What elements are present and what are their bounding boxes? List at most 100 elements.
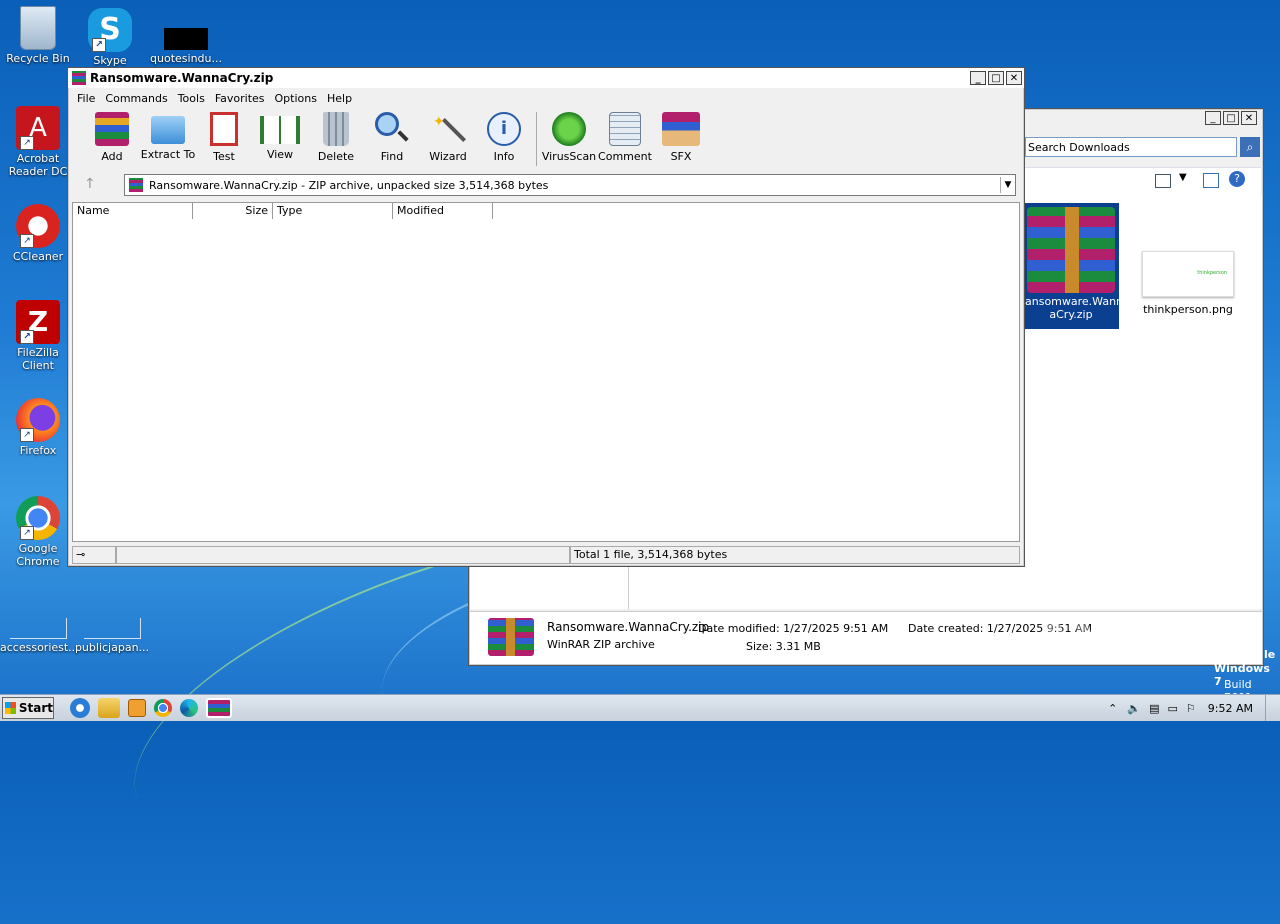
desktop-icon-quotesindu[interactable]: quotesindu... — [148, 28, 224, 65]
menu-options[interactable]: Options — [270, 92, 322, 105]
find-magnifier-icon — [375, 112, 409, 146]
comment-button[interactable]: Comment — [597, 112, 653, 163]
black-file-icon — [164, 28, 208, 50]
add-button[interactable]: Add — [84, 112, 140, 163]
flag-icon[interactable]: ⚐ — [1186, 702, 1196, 715]
up-arrow-icon[interactable]: ↑ — [84, 176, 96, 192]
network-icon[interactable]: ▤ — [1149, 702, 1159, 715]
desktop-icon-recycle-bin[interactable]: Recycle Bin — [0, 6, 76, 65]
delete-button[interactable]: Delete — [308, 112, 364, 163]
column-size[interactable]: Size — [193, 203, 273, 219]
chevron-down-icon[interactable]: ▼ — [1000, 177, 1015, 193]
desktop-icon-label: Firefox — [19, 444, 57, 457]
recycle-bin-icon — [20, 6, 56, 50]
file-list-header: Name Size Type Modified — [72, 202, 1020, 220]
desktop-icon-firefox[interactable]: ↗ Firefox — [0, 398, 76, 457]
edge-icon[interactable] — [180, 699, 198, 717]
help-icon[interactable]: ? — [1229, 171, 1245, 187]
menu-help[interactable]: Help — [322, 92, 357, 105]
explorer-icon[interactable] — [98, 698, 120, 718]
menu-tools[interactable]: Tools — [173, 92, 210, 105]
toolbar-separator — [536, 112, 537, 166]
path-text: Ransomware.WannaCry.zip - ZIP archive, u… — [149, 178, 549, 192]
taskbar: Start ⌃ 🔈 ▤ ▭ ⚐ 9:52 AM — [0, 694, 1280, 721]
window-title: Ransomware.WannaCry.zip — [90, 71, 274, 85]
file-list[interactable] — [72, 219, 1020, 542]
desktop-icon-label: accessoriest... — [0, 641, 79, 654]
file-item-thinkperson[interactable]: thinkperson thinkperson.png — [1142, 251, 1234, 331]
desktop-icon-label: Recycle Bin — [6, 52, 70, 65]
desktop-icon-label: CCleaner — [12, 250, 64, 263]
firefox-icon: ↗ — [16, 398, 60, 442]
wizard-wand-icon: ✦ — [431, 112, 467, 146]
desktop-icon-publicjapan[interactable]: publicjapan... — [74, 618, 150, 654]
tool-label: Delete — [317, 150, 355, 163]
address-bar: ↑ Ransomware.WannaCry.zip - ZIP archive,… — [72, 174, 1020, 196]
battery-icon[interactable]: ▭ — [1168, 702, 1178, 715]
desktop-icon-label: Skype — [93, 54, 127, 67]
column-type[interactable]: Type — [273, 203, 393, 219]
comment-icon — [609, 112, 641, 146]
column-modified[interactable]: Modified — [393, 203, 493, 219]
maximize-button[interactable]: □ — [1223, 111, 1239, 125]
path-combobox[interactable]: Ransomware.WannaCry.zip - ZIP archive, u… — [124, 174, 1016, 196]
minimize-button[interactable]: _ — [970, 71, 986, 85]
ie-icon[interactable] — [70, 698, 90, 718]
menubar: File Commands Tools Favorites Options He… — [68, 88, 1024, 108]
test-clipboard-icon — [210, 112, 238, 146]
desktop-icon-skype[interactable]: S ↗ Skype — [72, 8, 148, 67]
watermark: ANY RUN — [1038, 612, 1267, 661]
close-button[interactable]: ✕ — [1006, 71, 1022, 85]
search-input[interactable]: Search Downloads — [1026, 141, 1130, 154]
windows-logo-icon — [5, 702, 16, 714]
desktop-icon-label: publicjapan... — [74, 641, 150, 654]
file-item-wannacry[interactable]: ansomware.Wann aCry.zip — [1023, 203, 1124, 329]
show-desktop-button[interactable] — [1265, 695, 1276, 721]
sfx-box-icon — [662, 112, 700, 146]
winrar-app-icon — [129, 178, 143, 192]
extract-folder-icon — [151, 116, 185, 144]
preview-pane-icon[interactable] — [1203, 173, 1219, 188]
view-button[interactable]: View — [252, 112, 308, 161]
extract-to-button[interactable]: Extract To — [140, 112, 196, 161]
details-size-value: 3.31 MB — [775, 640, 821, 653]
sfx-button[interactable]: SFX — [653, 112, 709, 163]
filezilla-icon: Z ↗ — [16, 300, 60, 344]
column-name[interactable]: Name — [73, 203, 193, 219]
tool-label: Info — [493, 150, 515, 163]
thumbnail-text: thinkperson — [1197, 270, 1227, 276]
search-icon[interactable]: ⌕ — [1240, 137, 1260, 157]
wizard-button[interactable]: ✦ Wizard — [420, 112, 476, 163]
image-thumbnail: thinkperson — [1142, 251, 1234, 297]
maximize-button[interactable]: □ — [988, 71, 1004, 85]
find-button[interactable]: Find — [364, 112, 420, 163]
menu-file[interactable]: File — [72, 92, 100, 105]
desktop-icon-acrobat[interactable]: A ↗ Acrobat Reader DC — [0, 106, 76, 178]
file-label: ansomware.Wann aCry.zip — [1025, 295, 1124, 321]
desktop-icon-accessoriest[interactable]: accessoriest... — [0, 618, 79, 654]
virusscan-button[interactable]: VirusScan — [541, 112, 597, 163]
test-button[interactable]: Test — [196, 112, 252, 163]
chevron-down-icon[interactable]: ▼ — [1179, 172, 1187, 183]
close-button[interactable]: ✕ — [1241, 111, 1257, 125]
show-hidden-icons-icon[interactable]: ⌃ — [1108, 702, 1117, 715]
status-left — [116, 546, 570, 564]
acrobat-icon: A ↗ — [16, 106, 60, 150]
info-button[interactable]: i Info — [476, 112, 532, 163]
desktop-icon-chrome[interactable]: ↗ Google Chrome — [0, 496, 76, 568]
clock[interactable]: 9:52 AM — [1208, 702, 1253, 715]
search-box[interactable]: Search Downloads — [1025, 137, 1237, 157]
details-created-label: Date created: — [908, 622, 984, 635]
desktop-icon-filezilla[interactable]: Z ↗ FileZilla Client — [0, 300, 76, 372]
winrar-taskbar-icon[interactable] — [206, 698, 232, 718]
key-icon[interactable]: ⊸ — [72, 546, 116, 564]
desktop-icon-ccleaner[interactable]: ↗ CCleaner — [0, 204, 76, 263]
start-button[interactable]: Start — [2, 697, 54, 719]
volume-icon[interactable]: 🔈 — [1127, 702, 1141, 715]
minimize-button[interactable]: _ — [1205, 111, 1221, 125]
chrome-icon[interactable] — [154, 699, 172, 717]
change-view-icon[interactable] — [1155, 174, 1171, 188]
media-player-icon[interactable] — [128, 699, 146, 717]
menu-commands[interactable]: Commands — [100, 92, 172, 105]
menu-favorites[interactable]: Favorites — [210, 92, 270, 105]
